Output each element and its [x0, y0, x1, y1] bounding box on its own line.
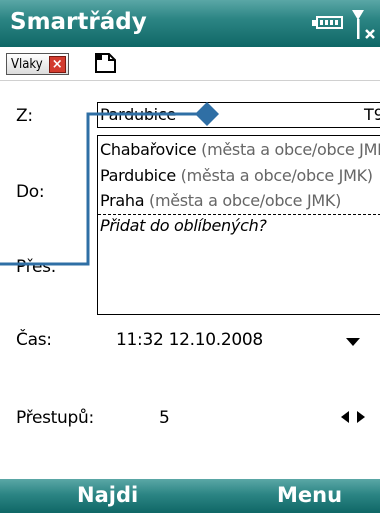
time-label: Čas: [16, 330, 52, 350]
time-value[interactable]: 11:32 12.10.2008 [116, 330, 263, 350]
transfers-label: Přestupů: [16, 408, 94, 428]
divider [98, 214, 380, 215]
from-field[interactable]: Pardubice T9 [97, 102, 380, 128]
suggestion-item[interactable]: Praha (města a obce/obce JMK) [100, 191, 341, 210]
chevron-down-icon[interactable] [346, 338, 360, 346]
title-bar: Smartřády [0, 0, 380, 47]
battery-icon [312, 16, 343, 29]
close-icon[interactable]: × [48, 55, 66, 73]
new-tab-icon[interactable] [94, 52, 118, 74]
via-label: Přes: [16, 257, 57, 277]
left-right-arrows-icon[interactable] [340, 410, 366, 424]
find-button[interactable]: Najdi [77, 483, 138, 507]
softkey-bar: Najdi Menu [0, 479, 380, 513]
add-favorite-item[interactable]: Přidat do oblíbených? [100, 216, 267, 235]
input-mode-indicator: T9 [364, 105, 380, 124]
from-value: Pardubice [100, 105, 176, 124]
tab-label: Vlaky [11, 56, 43, 72]
to-label: Do: [16, 182, 45, 202]
tab-bar: Vlaky × [0, 47, 380, 81]
from-label: Z: [16, 106, 33, 126]
suggestion-list: Chabařovice (města a obce/obce JMK Pardu… [97, 135, 380, 315]
menu-button[interactable]: Menu [277, 483, 342, 507]
tab-vlaky[interactable]: Vlaky × [6, 53, 69, 75]
signal-icon [352, 10, 375, 39]
app-title: Smartřády [10, 9, 147, 35]
suggestion-item[interactable]: Pardubice (města a obce/obce JMK) [100, 166, 373, 185]
suggestion-item[interactable]: Chabařovice (města a obce/obce JMK [100, 140, 380, 159]
transfers-value[interactable]: 5 [159, 408, 170, 428]
